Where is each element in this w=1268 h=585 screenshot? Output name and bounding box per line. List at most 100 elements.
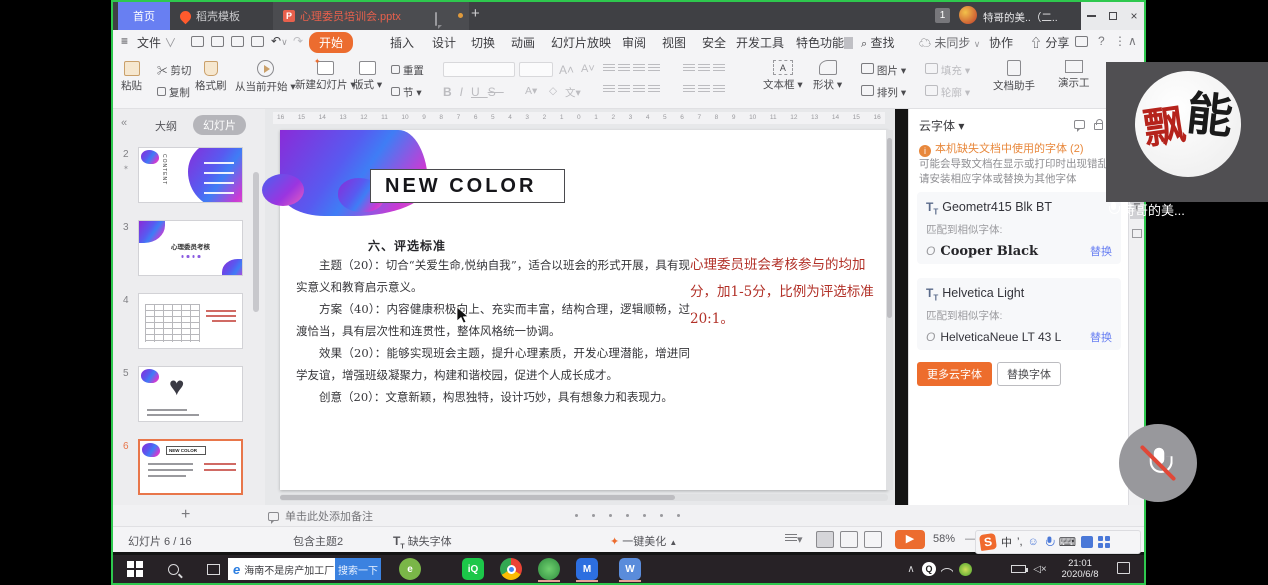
ime-keyboard-icon[interactable]: ⌨ [1059, 535, 1076, 549]
app-icon-wps[interactable]: W [618, 557, 642, 581]
slide-thumbnail-3[interactable]: 心理委员考核 [138, 220, 243, 276]
taskbar-clock[interactable]: 21:01 2020/6/8 [1051, 558, 1109, 580]
panel-comment-icon[interactable] [1074, 120, 1085, 129]
arrange-button[interactable]: 排列 ▾ [861, 85, 906, 100]
microphone-muted-button[interactable] [1119, 424, 1197, 502]
tab-comment-icon[interactable] [435, 12, 437, 26]
undo-icon[interactable]: ↶∨ [271, 34, 288, 48]
slide-red-note[interactable]: 心理委员班会考核参与的均加分，加1-5分，比例为评选标准20:1。 [690, 252, 886, 333]
menu-item-design[interactable]: 设计 [432, 34, 456, 51]
panel-pin-icon[interactable] [1094, 123, 1103, 130]
tray-volume-muted-icon[interactable]: ◁× [1028, 557, 1052, 581]
new-tab-button[interactable]: + [471, 5, 480, 22]
ime-voice-icon[interactable] [1045, 536, 1053, 548]
shape-button[interactable]: 形状 ▾ [813, 60, 842, 92]
reset-button[interactable]: 重置 [391, 63, 424, 78]
play-from-current-button[interactable]: 从当前开始 ▾ [235, 60, 296, 94]
replace-fonts-button[interactable]: 替换字体 [997, 362, 1061, 386]
tray-antivirus-icon[interactable] [953, 557, 977, 581]
slide-thumbnail-5[interactable]: ♥ [138, 366, 243, 422]
app-icon-chrome[interactable] [499, 557, 523, 581]
menu-item-slideshow[interactable]: 幻灯片放映 [551, 34, 611, 51]
menu-item-animation[interactable]: 动画 [511, 34, 535, 51]
ime-toolbox-icon[interactable] [1098, 536, 1110, 548]
display-settings-icon[interactable] [1075, 36, 1088, 50]
copy-button[interactable]: 复制 [157, 85, 190, 100]
theme-info[interactable]: 包含主题2 [293, 533, 343, 549]
more-cloud-fonts-button[interactable]: 更多云字体 [917, 362, 992, 386]
doc-assistant-button[interactable]: 文档助手 [993, 60, 1035, 93]
section-button[interactable]: 节 ▾ [391, 85, 422, 100]
sogou-icon[interactable]: S [979, 533, 997, 551]
format-painter-button[interactable]: 格式刷 [195, 61, 227, 93]
preview-icon[interactable] [251, 36, 264, 50]
sync-status[interactable]: ☁ 未同步 ∨ [919, 34, 980, 51]
more-menu-icon[interactable]: ⋮ [1114, 34, 1126, 48]
menu-item-features[interactable]: 特色功能 [796, 34, 853, 51]
menu-item-home[interactable]: 开始 [309, 32, 353, 53]
message-count-badge[interactable]: 1 [935, 8, 950, 23]
app-icon-globe[interactable] [537, 557, 561, 581]
font-name-select[interactable] [443, 62, 515, 77]
font-size-select[interactable] [519, 62, 553, 77]
tab-docer-templates[interactable]: 稻壳模板 [170, 2, 250, 30]
search-button[interactable]: ⌕ 查找 [861, 34, 895, 51]
clear-format-icon[interactable]: ◇ [549, 85, 557, 97]
taskbar-search-icon[interactable] [161, 557, 185, 581]
notification-center-icon[interactable] [1117, 562, 1130, 574]
account-name[interactable]: 特哥的美..（二.. [983, 10, 1079, 25]
ime-mode-toggle[interactable]: 中 [1001, 534, 1012, 550]
slide-thumbnail-4[interactable] [138, 293, 243, 349]
missing-font-status[interactable]: TT 缺失字体 [393, 533, 452, 550]
font-grow-icon[interactable]: A˄ [559, 63, 574, 77]
app-icon-browser[interactable]: e [398, 557, 422, 581]
menu-item-devtools[interactable]: 开发工具 [736, 34, 784, 51]
notes-view-icon[interactable]: ▾ [785, 533, 803, 546]
save-icon[interactable] [191, 36, 204, 50]
new-slide-button[interactable]: ✦ 新建幻灯片 ▾ [295, 61, 356, 92]
alignment-icons[interactable] [603, 85, 660, 97]
present-tool-button[interactable]: 演示工 [1058, 60, 1090, 90]
replace-link[interactable]: 替换 [1090, 243, 1112, 259]
menu-item-security[interactable]: 安全 [702, 34, 726, 51]
ime-skin-icon[interactable] [1081, 536, 1093, 548]
fill-button[interactable]: 填充 ▾ [925, 63, 970, 78]
outline-button[interactable]: 轮廓 ▾ [925, 85, 970, 100]
resource-box-icon[interactable] [1132, 229, 1142, 238]
app-icon-meeting[interactable]: M [575, 557, 599, 581]
normal-view-button[interactable] [816, 531, 834, 548]
thumbnail-scrollbar[interactable] [253, 172, 259, 312]
font-color-icon[interactable]: A▾ [525, 85, 537, 97]
slide-editor[interactable]: NEW COLOR 六、评选标准 主题（20）：切合“关爱生命,悦纳自我”，适合… [280, 130, 888, 490]
sorter-view-button[interactable] [840, 531, 858, 548]
slide-thumbnail-6-current[interactable]: NEW COLOR [138, 439, 243, 495]
start-button[interactable] [123, 557, 147, 581]
paste-button[interactable]: 粘贴 [121, 61, 142, 93]
close-icon[interactable]: × [1130, 10, 1137, 22]
notes-placeholder-row[interactable]: 单击此处添加备注 [268, 508, 373, 524]
menu-item-review[interactable]: 审阅 [622, 34, 646, 51]
tab-home[interactable]: 首页 [118, 2, 170, 30]
ime-emoji-icon[interactable]: ☺ [1028, 536, 1039, 548]
picture-button[interactable]: 图片 ▾ [861, 63, 906, 78]
collab-button[interactable]: 协作 [989, 34, 1013, 51]
notes-splitter-dots[interactable] [575, 514, 680, 517]
zoom-level[interactable]: 58% [933, 533, 955, 545]
minimize-icon[interactable] [1087, 15, 1096, 17]
replace-link[interactable]: 替换 [1090, 329, 1112, 345]
app-icon-iqiyi[interactable]: iQ [461, 557, 485, 581]
restore-icon[interactable] [1109, 12, 1117, 20]
slide-body-text[interactable]: 主题（20）：切合“关爱生命,悦纳自我”，适合以班会的形式开展，具有现实意义和教… [296, 254, 690, 408]
slide-thumbnail-2[interactable]: CONTENT [138, 147, 243, 203]
bullet-list-icons[interactable] [603, 64, 660, 76]
spacing-icons[interactable] [683, 64, 725, 76]
text-effect-icon[interactable]: 文▾ [565, 85, 581, 100]
slide-title-box[interactable]: NEW COLOR [370, 169, 565, 203]
font-style-buttons[interactable]: BIUS [443, 85, 504, 99]
account-avatar[interactable] [959, 6, 977, 24]
slideshow-play-button[interactable]: ▶ [895, 530, 925, 549]
hamburger-icon[interactable]: ≡ [121, 34, 128, 48]
help-icon[interactable]: ? [1098, 34, 1105, 48]
layout-button[interactable]: 版式 ▾ [353, 61, 382, 92]
print-icon[interactable] [231, 36, 244, 50]
